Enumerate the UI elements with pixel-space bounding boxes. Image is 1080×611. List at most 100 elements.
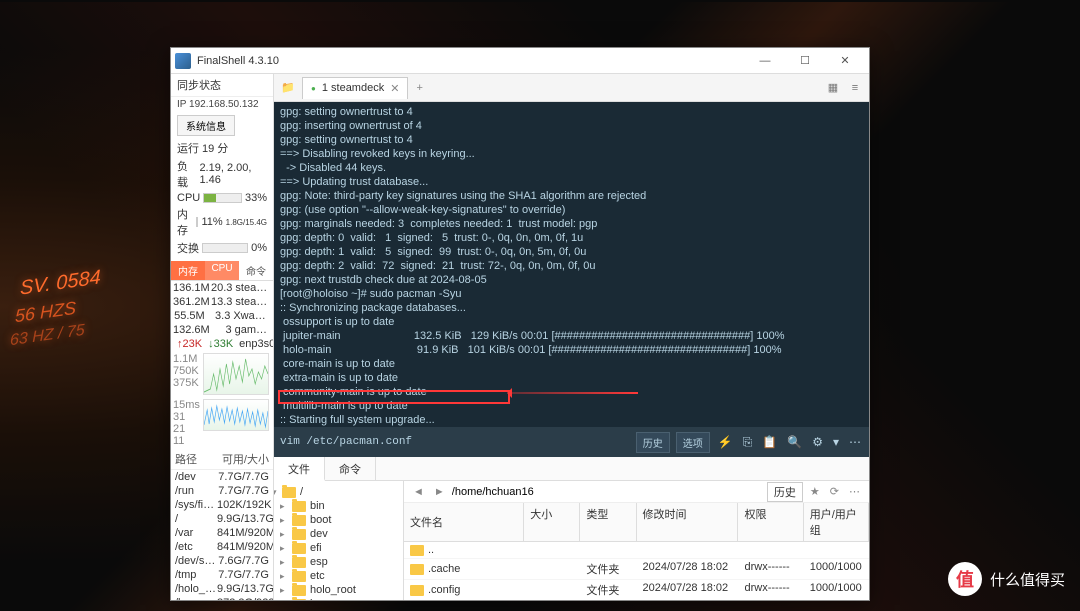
toolbar-more-icon[interactable]: ⋯ [846, 485, 863, 498]
mem-text: 1.8G/15.4G [226, 218, 267, 227]
bolt-icon[interactable]: ⚡ [716, 435, 735, 449]
terminal[interactable]: gpg: setting ownertrust to 4 gpg: insert… [274, 102, 869, 427]
fs-row[interactable]: /var841M/920M [171, 526, 273, 540]
grid-view-icon[interactable]: ▦ [823, 78, 843, 98]
watermark-text: 什么值得买 [990, 569, 1065, 590]
fs-row[interactable]: /etc841M/920M [171, 540, 273, 554]
file-row[interactable]: .cache文件夹2024/07/28 18:02drwx------1000/… [404, 559, 869, 580]
load-value: 2.19, 2.00, 1.46 [199, 162, 267, 186]
file-tab[interactable]: 文件 [274, 457, 325, 481]
command-bar: 历史 选项 ⚡ ⎘ 📋 🔍 ⚙ ▾ ⋯ [274, 427, 869, 457]
tree-node[interactable]: home [274, 597, 403, 600]
app-icon [175, 53, 191, 69]
swap-pct: 0% [251, 242, 267, 254]
tabbar: 📁 ● 1 steamdeck ✕ + ▦ ≡ [274, 74, 869, 102]
tree-node[interactable]: boot [274, 513, 403, 527]
proc-tab-cpu[interactable]: CPU [205, 261, 239, 280]
tree-node[interactable]: dev [274, 527, 403, 541]
sync-status-label: 同步状态 [171, 74, 273, 97]
fs-row[interactable]: /sys/firm...102K/192K [171, 498, 273, 512]
status-dot-icon: ● [311, 84, 316, 93]
fs-row[interactable]: /holo_root9.9G/13.7G [171, 582, 273, 596]
net-up: ↑23K [177, 338, 202, 350]
command-input[interactable] [280, 436, 630, 448]
file-tree[interactable]: /binbootdevefiespetcholo_roothome [274, 481, 404, 600]
path-input[interactable] [452, 486, 763, 498]
col-perm[interactable]: 权限 [738, 503, 803, 541]
fs-row[interactable]: /run7.7G/7.7G [171, 484, 273, 498]
fs-row[interactable]: /dev7.7G/7.7G [171, 470, 273, 484]
tab-close-icon[interactable]: ✕ [390, 82, 399, 95]
path-history-btn[interactable]: 历史 [767, 482, 803, 502]
refresh-icon[interactable]: ⟳ [827, 485, 842, 498]
tab-label: 1 steamdeck [322, 82, 384, 94]
tree-node[interactable]: holo_root [274, 583, 403, 597]
col-size[interactable]: 大小 [524, 503, 580, 541]
copy-icon[interactable]: ⎘ [741, 435, 755, 450]
runtime-label: 运行 [177, 140, 199, 156]
col-own[interactable]: 用户/用户组 [804, 503, 869, 541]
bookmark-icon[interactable]: ★ [807, 485, 823, 498]
search-icon[interactable]: 🔍 [785, 435, 804, 449]
list-view-icon[interactable]: ≡ [845, 78, 865, 98]
sidebar: 同步状态 IP 192.168.50.132 系统信息 运行 19 分 负载 2… [171, 74, 274, 600]
net-down: ↓33K [208, 338, 233, 350]
folder-icon [292, 557, 306, 568]
process-row[interactable]: 136.1M20.3steamwe [171, 281, 273, 295]
cpu-pct: 33% [245, 192, 267, 204]
close-button[interactable]: ✕ [825, 49, 865, 73]
tab-add-button[interactable]: + [408, 78, 430, 98]
mem-pct: 11% [201, 216, 222, 228]
process-row[interactable]: 132.6M3gamescc [171, 323, 273, 337]
folder-icon [292, 515, 306, 526]
swap-label: 交换 [177, 240, 199, 256]
nav-back-icon[interactable]: ◄ [410, 486, 427, 498]
folder-icon [292, 543, 306, 554]
tree-node[interactable]: bin [274, 499, 403, 513]
folder-icon [410, 564, 424, 575]
sysinfo-button[interactable]: 系统信息 [177, 115, 235, 136]
col-type[interactable]: 类型 [580, 503, 636, 541]
terminal-tab[interactable]: ● 1 steamdeck ✕ [302, 77, 408, 99]
tree-node[interactable]: / [274, 485, 403, 499]
col-date[interactable]: 修改时间 [637, 503, 739, 541]
folder-icon [410, 545, 424, 556]
load-label: 负载 [177, 158, 196, 190]
minimize-button[interactable]: — [745, 49, 785, 73]
maximize-button[interactable]: ☐ [785, 49, 825, 73]
shrink-icon[interactable]: ▾ [831, 435, 841, 449]
app-title: FinalShell 4.3.10 [197, 55, 745, 67]
col-name[interactable]: 文件名 [404, 503, 524, 541]
ip-address: IP 192.168.50.132 [171, 97, 273, 112]
fs-row[interactable]: /9.9G/13.7G [171, 512, 273, 526]
history-button[interactable]: 历史 [636, 432, 670, 453]
folder-icon [292, 585, 306, 596]
tree-node[interactable]: efi [274, 541, 403, 555]
options-button[interactable]: 选项 [676, 432, 710, 453]
fs-col-path: 路径 [175, 451, 222, 467]
file-row[interactable]: .. [404, 542, 869, 559]
proc-tab-cmd[interactable]: 命令 [239, 261, 273, 280]
folder-icon [282, 487, 296, 498]
nav-fwd-icon[interactable]: ► [431, 486, 448, 498]
process-row[interactable]: 361.2M13.3steamwe [171, 295, 273, 309]
fs-row[interactable]: /tmp7.7G/7.7G [171, 568, 273, 582]
paste-icon[interactable]: 📋 [760, 435, 779, 449]
runtime-value: 19 分 [202, 140, 228, 156]
watermark: 值 什么值得买 [948, 562, 1065, 596]
more-icon[interactable]: ⋯ [847, 435, 863, 449]
proc-tab-mem[interactable]: 内存 [171, 261, 205, 280]
cmd-tab[interactable]: 命令 [325, 457, 376, 480]
tree-node[interactable]: etc [274, 569, 403, 583]
fs-row[interactable]: /home873.3G/923.3G [171, 596, 273, 600]
arrow-annotation [508, 392, 638, 394]
folder-open-icon[interactable]: 📁 [278, 78, 298, 98]
tree-node[interactable]: esp [274, 555, 403, 569]
titlebar[interactable]: FinalShell 4.3.10 — ☐ ✕ [171, 48, 869, 74]
fs-row[interactable]: /dev/shm7.6G/7.7G [171, 554, 273, 568]
folder-icon [292, 529, 306, 540]
settings-icon[interactable]: ⚙ [810, 435, 825, 449]
folder-icon [410, 585, 424, 596]
file-row[interactable]: .config文件夹2024/07/28 18:02drwx------1000… [404, 580, 869, 600]
process-row[interactable]: 55.5M3.3Xwaylan [171, 309, 273, 323]
